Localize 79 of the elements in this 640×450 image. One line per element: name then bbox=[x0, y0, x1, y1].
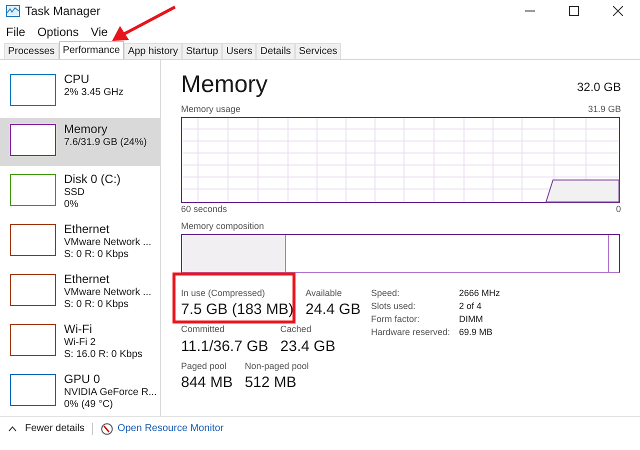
stat-label: Committed bbox=[181, 323, 226, 336]
item-title: Disk 0 (C:) bbox=[64, 172, 121, 187]
sidebar-item[interactable]: Ethernet VMware Network ... S: 0 R: 0 Kbps bbox=[0, 268, 160, 316]
menu-item[interactable]: Options bbox=[37, 23, 79, 41]
time-label: 60 seconds bbox=[181, 202, 228, 216]
arrow-drawing bbox=[110, 5, 178, 43]
item-detail: S: 0 R: 0 Kbps bbox=[64, 299, 130, 311]
sidebar-item[interactable]: Disk 0 (C:) SSD 0% bbox=[0, 168, 160, 216]
tab[interactable]: Performance bbox=[58, 41, 124, 59]
item-detail: Wi-Fi 2 bbox=[64, 337, 97, 349]
stat-label: Cached bbox=[280, 323, 312, 336]
item-detail: 0% (49 °C) bbox=[64, 399, 114, 411]
stat-label: Paged pool bbox=[181, 360, 228, 373]
item-detail: 0% bbox=[64, 199, 80, 211]
time-end: 0 bbox=[616, 202, 621, 216]
item-title: Memory bbox=[64, 122, 108, 137]
fewer-details-button[interactable]: Fewer details bbox=[25, 421, 84, 436]
item-detail: VMware Network ... bbox=[64, 287, 152, 299]
resource-monitor-link[interactable]: Open Resource Monitor bbox=[117, 421, 224, 436]
detail-value: 2 of 4 bbox=[459, 300, 482, 312]
stat-value: 7.5 GB (183 MB) bbox=[181, 300, 294, 320]
panel-title: Memory bbox=[181, 70, 268, 100]
stat-value: 24.4 GB bbox=[306, 300, 361, 320]
thumbnail-graph bbox=[10, 324, 56, 356]
sidebar-item[interactable]: Ethernet VMware Network ... S: 0 R: 0 Kbps bbox=[0, 218, 160, 266]
detail-key: Slots used: bbox=[371, 300, 459, 312]
graph-max: 31.9 GB bbox=[588, 103, 621, 116]
window-title: Task Manager bbox=[25, 3, 100, 20]
stat-label: Non-paged pool bbox=[244, 360, 309, 373]
thumbnail-graph bbox=[10, 174, 56, 206]
item-detail: NVIDIA GeForce R... bbox=[64, 387, 157, 399]
stat-value: 512 MB bbox=[244, 373, 298, 393]
tab[interactable]: Processes bbox=[4, 43, 59, 59]
app-icon bbox=[6, 5, 20, 17]
detail-key: Form factor: bbox=[371, 312, 459, 326]
sidebar-item[interactable]: Wi-Fi Wi-Fi 2 S: 16.0 R: 0 Kbps bbox=[0, 318, 160, 366]
item-title: CPU bbox=[64, 72, 90, 87]
gauge-icon bbox=[101, 422, 114, 434]
sidebar-item[interactable]: GPU 0 NVIDIA GeForce R... 0% (49 °C) bbox=[0, 368, 160, 416]
tab[interactable]: App history bbox=[124, 43, 182, 59]
menu-item[interactable]: File bbox=[6, 23, 26, 41]
sidebar-item[interactable]: CPU 2% 3.45 GHz bbox=[0, 68, 160, 116]
collapse-icon[interactable] bbox=[8, 426, 17, 432]
detail-value: 2666 MHz bbox=[459, 286, 500, 300]
item-title: Ethernet bbox=[64, 222, 110, 237]
tab[interactable]: Users bbox=[222, 43, 256, 59]
thumbnail-graph bbox=[10, 224, 56, 256]
item-title: GPU 0 bbox=[64, 372, 102, 387]
stat-value: 844 MB bbox=[181, 373, 233, 393]
stat-value: 11.1/36.7 GB bbox=[181, 336, 268, 356]
item-detail: S: 0 R: 0 Kbps bbox=[64, 249, 130, 261]
thumbnail-graph bbox=[10, 124, 56, 156]
graph-label: Memory usage bbox=[181, 103, 241, 116]
composition-label: Memory composition bbox=[181, 220, 266, 233]
detail-value: DIMM bbox=[459, 312, 483, 326]
close-icon bbox=[613, 6, 623, 16]
stat-label: In use (Compressed) bbox=[181, 286, 266, 300]
thumbnail-graph bbox=[10, 74, 56, 106]
tab[interactable]: Details bbox=[256, 43, 295, 59]
menu-item[interactable]: Vie bbox=[90, 23, 108, 41]
detail-key: Hardware reserved: bbox=[371, 326, 459, 338]
item-detail: SSD bbox=[64, 187, 86, 199]
thumbnail-graph bbox=[10, 274, 56, 306]
detail-key: Speed: bbox=[371, 286, 459, 300]
detail-value: 69.9 MB bbox=[459, 326, 493, 338]
item-title: Wi-Fi bbox=[64, 322, 93, 337]
tab[interactable]: Services bbox=[294, 43, 342, 59]
item-detail: 2% 3.45 GHz bbox=[64, 87, 124, 99]
total-memory: 32.0 GB bbox=[576, 79, 621, 96]
maximize-icon bbox=[569, 6, 579, 16]
item-detail: 7.6/31.9 GB (24%) bbox=[64, 137, 147, 149]
item-detail: VMware Network ... bbox=[64, 237, 152, 249]
item-title: Ethernet bbox=[64, 272, 110, 287]
tab[interactable]: Startup bbox=[182, 43, 222, 59]
item-detail: S: 16.0 R: 0 Kbps bbox=[64, 349, 142, 361]
thumbnail-graph bbox=[10, 374, 56, 406]
sidebar-item[interactable]: Memory 7.6/31.9 GB (24%) bbox=[0, 118, 160, 166]
stat-value: 23.4 GB bbox=[280, 336, 336, 356]
stat-label: Available bbox=[306, 286, 343, 300]
